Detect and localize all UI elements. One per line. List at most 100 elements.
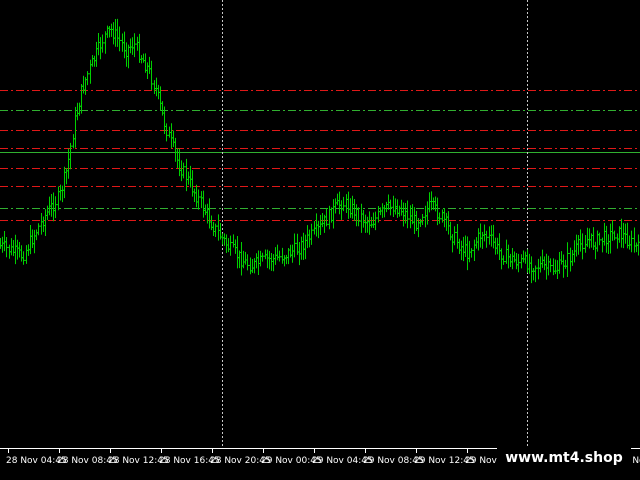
ohlc-bar — [67, 148, 70, 179]
ohlc-bar — [204, 204, 207, 216]
ohlc-bar — [285, 254, 288, 265]
ohlc-bar — [12, 239, 15, 257]
ohlc-bar — [622, 222, 625, 249]
ohlc-bar — [261, 252, 264, 262]
ohlc-bar — [123, 31, 126, 59]
ohlc-bar — [20, 245, 23, 262]
ohlc-bar — [165, 123, 168, 142]
ohlc-bar — [594, 241, 597, 260]
ohlc-bar — [86, 71, 89, 86]
ohlc-bar — [116, 18, 119, 47]
ohlc-bar — [571, 250, 574, 266]
ohlc-bar — [325, 208, 328, 227]
ohlc-bar — [626, 222, 629, 249]
ohlc-bar — [225, 234, 228, 253]
ohlc-bar — [549, 258, 552, 273]
ohlc-bar — [236, 235, 239, 269]
ohlc-bar — [381, 203, 384, 218]
ohlc-bar — [138, 33, 141, 63]
ohlc-bar — [52, 192, 55, 222]
ohlc-bar — [353, 199, 356, 221]
ohlc-bar — [392, 195, 395, 218]
ohlc-bar — [276, 244, 279, 261]
ohlc-bar — [142, 53, 145, 63]
ohlc-bar — [345, 194, 348, 214]
ohlc-bar — [14, 234, 17, 265]
ohlc-bar — [340, 200, 343, 220]
ohlc-bar — [97, 32, 100, 56]
ohlc-bar — [319, 214, 322, 235]
ohlc-bar — [44, 209, 47, 236]
ohlc-bar — [72, 134, 75, 149]
ohlc-bar — [609, 223, 612, 254]
ohlc-bar — [357, 207, 360, 227]
ohlc-bar — [127, 44, 130, 69]
ohlc-bar — [182, 162, 185, 179]
ohlc-bar — [443, 207, 446, 228]
ohlc-bar — [106, 25, 109, 38]
ohlc-bar — [532, 268, 535, 281]
ohlc-bar — [238, 250, 241, 269]
ohlc-bar — [33, 229, 36, 254]
ohlc-bar — [95, 41, 98, 67]
ohlc-bar — [293, 233, 296, 258]
ohlc-bar — [31, 229, 34, 249]
ohlc-bar — [426, 201, 429, 225]
ohlc-bar — [112, 22, 115, 45]
ohlc-bar — [91, 55, 94, 67]
chart-window[interactable]: 28 Nov 04:45 28 Nov 08:45 28 Nov 12:45 28 N… — [0, 0, 640, 480]
ohlc-bar — [511, 248, 514, 270]
ohlc-bar — [515, 253, 518, 270]
ohlc-bar — [560, 251, 563, 265]
ohlc-bar — [302, 232, 305, 260]
ohlc-bar — [522, 250, 525, 263]
ohlc-bar — [483, 224, 486, 242]
ohlc-bar — [268, 250, 271, 270]
ohlc-bar — [475, 237, 478, 249]
ohlc-bar — [223, 233, 226, 246]
ohlc-bar — [368, 211, 371, 235]
ohlc-bar — [421, 213, 424, 226]
ohlc-bar — [272, 254, 275, 272]
ohlc-bar — [25, 245, 28, 264]
price-chart[interactable]: 28 Nov 04:4528 Nov 08:4528 Nov 12:4528 N… — [0, 0, 640, 480]
ohlc-bar — [613, 230, 616, 241]
ohlc-bar — [217, 214, 220, 241]
ohlc-bar — [485, 230, 488, 248]
ohlc-bar — [227, 238, 230, 253]
ohlc-bar — [624, 223, 627, 244]
ohlc-bar — [389, 199, 392, 216]
ohlc-bar — [458, 238, 461, 254]
ohlc-bar — [534, 265, 537, 283]
ohlc-bar — [210, 215, 213, 231]
ohlc-bar — [212, 221, 215, 236]
ohlc-bar — [191, 170, 194, 197]
ohlc-bar — [620, 218, 623, 248]
ohlc-bar — [603, 222, 606, 246]
ohlc-bar — [398, 205, 401, 217]
ohlc-bar — [42, 216, 45, 232]
ohlc-bar — [150, 60, 153, 90]
ohlc-bar — [490, 225, 493, 247]
ohlc-bar — [596, 230, 599, 252]
ohlc-bar — [153, 80, 156, 95]
ohlc-bar — [308, 229, 311, 248]
ohlc-bar — [61, 185, 64, 203]
ohlc-bar — [355, 204, 358, 227]
ohlc-bar — [492, 224, 495, 249]
ohlc-bar — [456, 224, 459, 249]
ohlc-bar — [240, 242, 243, 276]
ohlc-bar — [93, 55, 96, 67]
ohlc-bar — [148, 56, 151, 74]
ohlc-bar — [575, 234, 578, 257]
ohlc-bar — [502, 255, 505, 265]
ohlc-bar — [174, 137, 177, 162]
ohlc-bar — [370, 216, 373, 228]
ohlc-bar — [470, 248, 473, 258]
ohlc-bar — [605, 225, 608, 253]
ohlc-bar — [434, 196, 437, 212]
ohlc-bar — [351, 195, 354, 219]
ohlc-bar — [336, 193, 339, 206]
ohlc-bar — [616, 233, 619, 249]
ohlc-bar — [466, 236, 469, 271]
